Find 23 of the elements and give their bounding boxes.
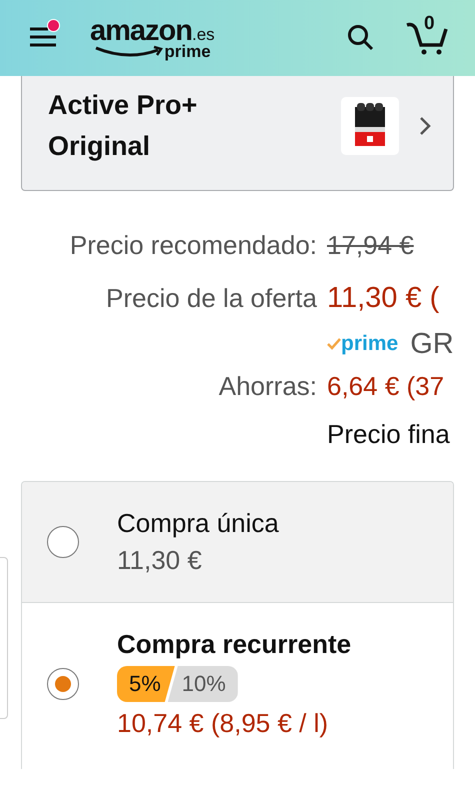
chevron-right-icon: [419, 116, 431, 136]
price-label: Ahorras:: [218, 370, 317, 402]
purchase-option[interactable]: Compra única 11,30 €: [22, 482, 453, 602]
price-label: Precio de la oferta: [104, 282, 317, 314]
radio-button[interactable]: [47, 526, 79, 558]
prime-badge: prime: [327, 332, 398, 356]
amazon-prime-logo[interactable]: amazon.es prime: [90, 16, 215, 60]
search-button[interactable]: [347, 24, 375, 52]
deal-price: 11,30 € (: [327, 282, 440, 314]
option-price: 10,74 € (8,95 € / l): [117, 708, 330, 739]
option-title: Compra única: [117, 508, 279, 539]
variation-value: Active Pro+ Original: [48, 89, 198, 163]
variation-selector[interactable]: Active Pro+ Original: [21, 76, 454, 191]
option-price: 11,30 €: [117, 545, 203, 576]
delivery-text: GR: [410, 328, 454, 360]
list-price: 17,94 €: [327, 230, 415, 260]
radio-button[interactable]: [47, 668, 79, 700]
discount-tab[interactable]: 5%: [117, 666, 175, 702]
deal-price: 6,64 € (37: [327, 370, 446, 402]
price-label: Precio recomendado:: [68, 230, 317, 260]
discount-tab[interactable]: 10%: [168, 666, 238, 702]
option-title: Compra recurrente: [117, 629, 352, 660]
price-note: Precio fina: [327, 418, 451, 450]
